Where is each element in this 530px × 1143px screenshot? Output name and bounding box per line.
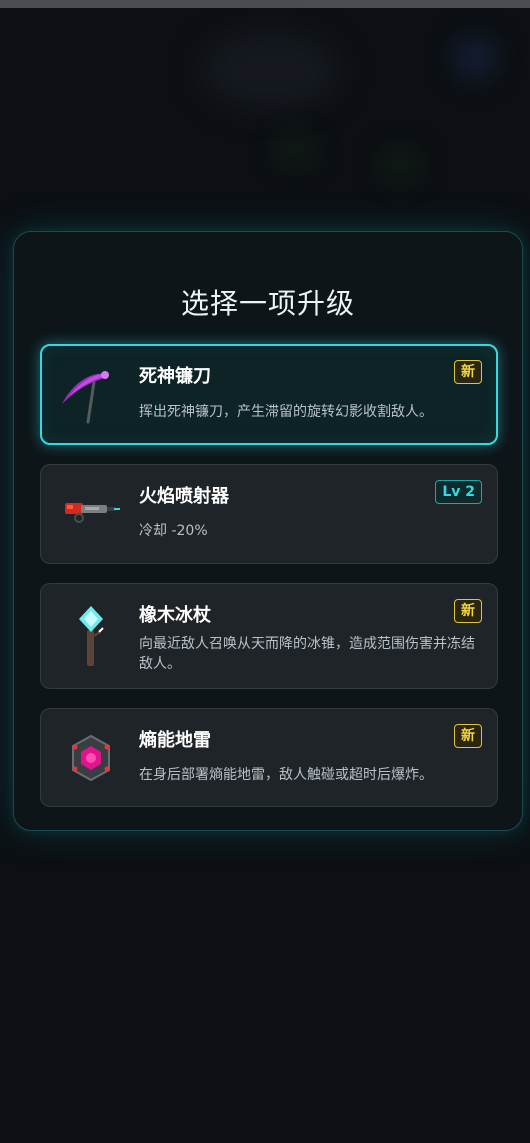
option-description: 挥出死神镰刀，产生滞留的旋转幻影收割敌人。 bbox=[139, 404, 433, 420]
upgrade-option-entropy-mine[interactable]: 熵能地雷 新 在身后部署熵能地雷，敌人触碰或超时后爆炸。 bbox=[40, 708, 498, 807]
option-name: 橡木冰杖 bbox=[139, 605, 211, 626]
upgrade-option-scythe[interactable]: 死神镰刀 新 挥出死神镰刀，产生滞留的旋转幻影收割敌人。 bbox=[40, 344, 498, 445]
new-badge: 新 bbox=[454, 599, 482, 623]
top-bar bbox=[0, 0, 530, 8]
background-glow bbox=[455, 38, 495, 78]
option-description: 冷却 -20% bbox=[139, 523, 208, 539]
background-glow bbox=[275, 135, 315, 165]
option-name: 死神镰刀 bbox=[139, 366, 211, 387]
option-name: 火焰喷射器 bbox=[139, 486, 229, 507]
modal-title: 选择一项升级 bbox=[180, 287, 355, 320]
level-badge: Lv 2 bbox=[435, 480, 482, 504]
flamethrower-icon bbox=[59, 483, 123, 547]
ice-staff-icon bbox=[59, 602, 123, 666]
upgrade-option-flamethrower[interactable]: 火焰喷射器 Lv 2 冷却 -20% bbox=[40, 464, 498, 564]
upgrade-modal: 选择一项升级 死神镰刀 新 挥出死神镰刀，产生滞留的旋转幻影收割敌人。 火焰喷射… bbox=[13, 231, 523, 831]
option-name: 熵能地雷 bbox=[139, 730, 211, 751]
scythe-icon bbox=[60, 362, 124, 426]
option-description: 在身后部署熵能地雷，敌人触碰或超时后爆炸。 bbox=[139, 767, 433, 783]
upgrade-option-ice-staff[interactable]: 橡木冰杖 新 向最近敌人召唤从天而降的冰锥，造成范围伤害并冻结敌人。 bbox=[40, 583, 498, 689]
entropy-mine-icon bbox=[59, 726, 123, 790]
background-blur bbox=[200, 30, 340, 110]
new-badge: 新 bbox=[454, 724, 482, 748]
background-glow bbox=[380, 150, 420, 180]
option-description: 向最近敌人召唤从天而降的冰锥，造成范围伤害并冻结敌人。 bbox=[139, 636, 475, 672]
new-badge: 新 bbox=[454, 360, 482, 384]
